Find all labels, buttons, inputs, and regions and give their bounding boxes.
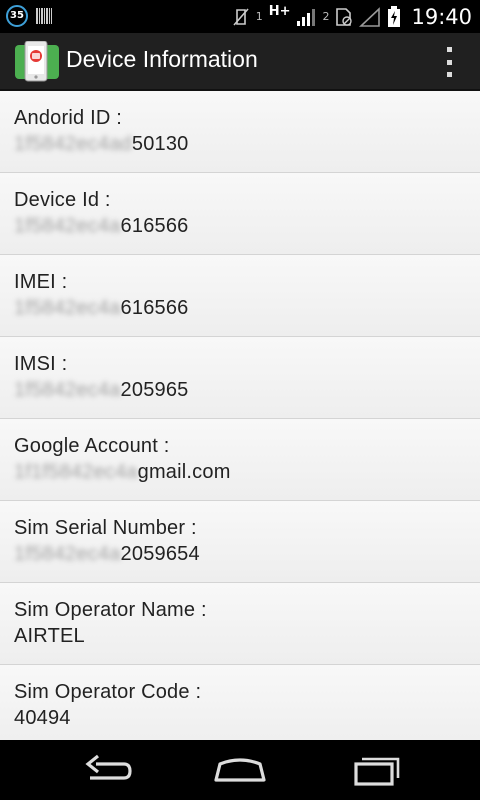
recents-icon[interactable] — [344, 752, 404, 788]
battery-charging-icon — [388, 5, 401, 27]
item-value: 1f1f5842ec4agmail.com — [14, 459, 480, 485]
item-label: Sim Serial Number : — [14, 517, 197, 539]
vibrate-icon — [233, 7, 249, 26]
item-value: 1f5842ec4a616566 — [14, 213, 480, 239]
redacted-value: 1f5842ec4a — [14, 379, 121, 401]
list-item-device-id[interactable]: Device Id : 1f5842ec4a616566 — [0, 173, 480, 255]
item-label: Sim Operator Code : — [14, 681, 202, 703]
list-item-imei[interactable]: IMEI : 1f5842ec4a616566 — [0, 255, 480, 337]
item-value: 1f5842ec4a2059654 — [14, 541, 480, 567]
network-type-label: H+ — [268, 4, 291, 19]
sim-status-icon — [336, 7, 353, 26]
list-item-sim-serial-number[interactable]: Sim Serial Number : 1f5842ec4a2059654 — [0, 501, 480, 583]
notification-count-badge: 35 — [6, 5, 28, 27]
overflow-dot — [446, 59, 452, 65]
back-icon[interactable] — [78, 752, 138, 788]
list-item-google-account[interactable]: Google Account : 1f1f5842ec4agmail.com — [0, 419, 480, 501]
list-item-android-id[interactable]: Andorid ID : 1f5842ec4ad50130 — [0, 91, 480, 173]
visible-value: 50130 — [131, 133, 189, 155]
visible-value: 616566 — [120, 297, 189, 319]
list-item-sim-operator-code[interactable]: Sim Operator Code : 40494 — [0, 665, 480, 740]
action-bar: Device Information — [0, 33, 480, 91]
device-info-list[interactable]: Andorid ID : 1f5842ec4ad50130 Device Id … — [0, 91, 480, 740]
clock: 19:40 — [411, 4, 472, 29]
status-bar-notifications: 35 — [6, 5, 52, 27]
device-information-screen: 35 1 H+ 2 19:40 Device Information Andor… — [0, 0, 480, 800]
item-label: Sim Operator Name : — [14, 599, 207, 621]
item-value: 1f5842ec4a205965 — [14, 377, 480, 403]
item-value: 1f5842ec4ad50130 — [14, 131, 480, 157]
overflow-dot — [446, 47, 452, 52]
item-label: Device Id : — [14, 189, 111, 211]
visible-value: 616566 — [120, 215, 189, 237]
sim2-label: 2 — [322, 10, 330, 23]
visible-value: gmail.com — [137, 461, 231, 483]
barcode-icon — [36, 8, 52, 24]
signal-empty-icon — [359, 6, 381, 27]
redacted-value: 1f5842ec4a — [14, 543, 121, 565]
sim1-label: 1 — [255, 10, 263, 23]
item-value: AIRTEL — [14, 623, 480, 649]
redacted-value: 1f1f5842ec4a — [14, 461, 138, 483]
redacted-value: 1f5842ec4a — [14, 215, 121, 237]
navigation-bar — [0, 740, 480, 800]
visible-value: 205965 — [120, 379, 189, 401]
status-bar: 35 1 H+ 2 19:40 — [0, 0, 480, 33]
device-info-app-icon[interactable] — [15, 41, 59, 83]
page-title: Device Information — [66, 46, 258, 72]
item-value: 40494 — [14, 705, 480, 731]
overflow-menu-icon[interactable] — [444, 47, 454, 77]
list-item-imsi[interactable]: IMSI : 1f5842ec4a205965 — [0, 337, 480, 419]
status-bar-system-icons: 1 H+ 2 19:40 — [232, 0, 472, 33]
item-label: Andorid ID : — [14, 107, 123, 129]
home-icon[interactable] — [210, 752, 270, 788]
visible-value: 40494 — [14, 707, 71, 729]
list-item-sim-operator-name[interactable]: Sim Operator Name : AIRTEL — [0, 583, 480, 665]
item-label: IMSI : — [14, 353, 68, 375]
redacted-value: 1f5842ec4ad — [14, 133, 132, 155]
visible-value: 2059654 — [120, 543, 200, 565]
item-label: IMEI : — [14, 271, 68, 293]
visible-value: AIRTEL — [14, 625, 85, 647]
signal-strength-icon — [297, 8, 316, 26]
redacted-value: 1f5842ec4a — [14, 297, 121, 319]
overflow-dot — [446, 72, 452, 77]
item-label: Google Account : — [14, 435, 170, 457]
item-value: 1f5842ec4a616566 — [14, 295, 480, 321]
